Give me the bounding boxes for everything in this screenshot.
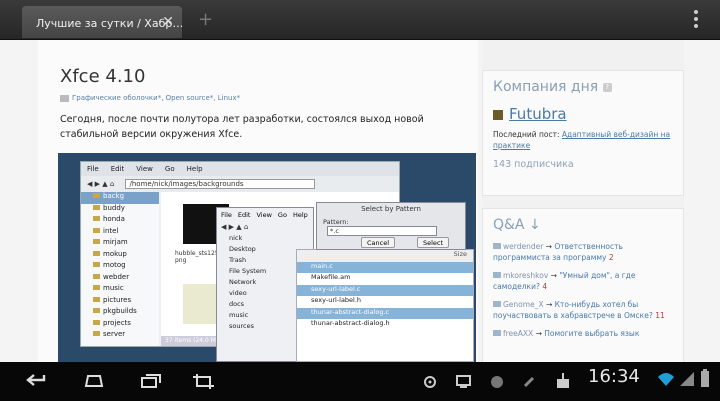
back-icon[interactable] [26,372,48,388]
browser-tab-bar: Лучшие за сутки / Хабр… ✕ + [0,0,720,40]
download-icon [557,373,569,388]
hubs-links[interactable]: Графические оболочки*, Open source*, Lin… [72,94,240,102]
article-title[interactable]: Xfce 4.10 [60,66,145,87]
tab-title: Лучшие за сутки / Хабр… [36,17,182,30]
notification-icon [523,376,535,388]
article: Xfce 4.10 Графические оболочки*, Open so… [38,40,478,362]
company-logo [493,109,503,120]
wifi-icon [658,373,674,386]
hubs-icon [60,94,69,102]
file-manager-toolbar: ◀ ▶ ▲ ⌂ /home/nick/images/backgrounds [81,176,399,192]
location-path: /home/nick/images/backgrounds [124,179,315,189]
tablet-screen: Лучшие за сутки / Хабр… ✕ + Xfce 4.10 Гр… [0,0,720,401]
article-screenshot[interactable]: File Edit View Go Help ◀ ▶ ▲ ⌂ /home/nick/im… [58,153,476,362]
qa-list: werdender → Ответственность программиста… [483,241,683,339]
qa-item[interactable]: Genome_X → Кто-нибудь хотел бы поучаство… [493,299,673,321]
files-list: Size main.c Makefile.am sexy-url-label.c… [296,249,474,362]
qa-header[interactable]: Q&A ↓ [483,209,683,241]
article-hubs: Графические оболочки*, Open source*, Lin… [60,94,240,102]
new-tab-icon[interactable]: + [198,9,213,30]
tab-close-icon[interactable]: ✕ [162,14,174,30]
clock: 16:34 [588,366,640,387]
subscribers-count: 143 подписчика [493,159,574,170]
overflow-menu-icon[interactable] [694,10,700,31]
qa-item[interactable]: mkoreshkov → "Умный дом", а где самоделк… [493,270,673,292]
screenshot-icon[interactable] [192,373,216,389]
help-icon[interactable]: ? [602,82,612,92]
company-link[interactable]: Futubra [483,103,683,125]
qa-box: Q&A ↓ werdender → Ответственность програ… [482,208,684,362]
recent-apps-icon[interactable] [140,373,162,389]
file-manager-menubar: File Edit View Go Help [81,162,399,176]
qa-item[interactable]: werdender → Ответственность программиста… [493,241,673,263]
qa-item[interactable]: freeAXX → Помогите выбрать язык [493,328,673,339]
screen-icon [456,375,471,388]
app-notification-icon [491,376,503,388]
browser-tab[interactable]: Лучшие за сутки / Хабр… ✕ [22,6,182,38]
sidebar: Компания дня ? Futubra Последний пост: А… [482,40,684,362]
article-lead: Сегодня, после почти полутора лет разраб… [60,114,424,140]
battery-icon [701,369,709,387]
system-navigation-bar: 16:34 [0,362,720,401]
select-by-pattern-dialog: Select by Pattern Pattern:*.c Cancel Sel… [316,202,466,250]
company-header: Компания дня [493,79,599,95]
company-of-day-box: Компания дня ? Futubra Последний пост: А… [482,70,684,196]
signal-icon [680,372,694,386]
file-manager-sidebar: backg buddy honda intel mirjam mokup mot… [81,192,159,346]
web-page[interactable]: Xfce 4.10 Графические оболочки*, Open so… [0,40,720,362]
home-icon[interactable] [82,374,106,388]
last-post: Последний пост: Адаптивный веб-дизайн на… [493,130,671,150]
target-icon [424,376,436,388]
